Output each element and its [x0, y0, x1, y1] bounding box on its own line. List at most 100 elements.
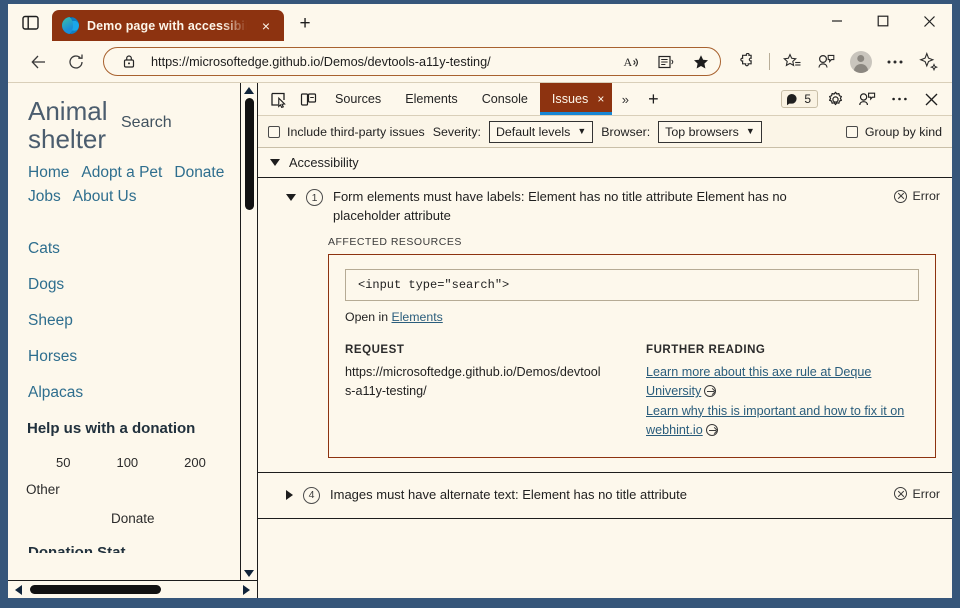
browser-essentials-icon[interactable] [811, 47, 842, 77]
page-vertical-scrollbar[interactable] [240, 83, 257, 580]
minimize-button[interactable] [814, 6, 860, 36]
settings-and-more-icon[interactable] [879, 47, 910, 77]
nav-link-donate[interactable]: Donate [174, 162, 224, 184]
issues-count-badge[interactable]: 5 [781, 90, 818, 108]
collections-icon[interactable] [777, 47, 808, 77]
favorite-star-icon[interactable] [688, 50, 714, 74]
nav-link-adopt-a-pet[interactable]: Adopt a Pet [81, 162, 162, 184]
status-label: Error [912, 189, 940, 203]
devtools-tab-bar-actions: 5 [781, 83, 952, 115]
close-window-button[interactable] [906, 6, 952, 36]
nav-link-about-us[interactable]: About Us [73, 186, 137, 208]
site-nav: Home Adopt a Pet Donate Jobs About Us [28, 161, 240, 208]
device-toolbar-icon[interactable] [293, 83, 323, 115]
affected-element-code[interactable]: <input type="search"> [345, 269, 919, 301]
horizontal-scrollbar-thumb[interactable] [30, 585, 161, 594]
devtools-feedback-icon[interactable] [852, 91, 882, 108]
settings-gear-icon[interactable] [820, 91, 850, 108]
nav-link-jobs[interactable]: Jobs [28, 186, 61, 208]
tab-strip: Demo page with accessibility iss × + [8, 4, 952, 41]
expand-triangle-icon [270, 159, 280, 166]
browser-select[interactable]: Top browsers ▼ [658, 121, 762, 143]
collapse-triangle-icon[interactable] [286, 194, 296, 201]
split-screen-icon [22, 14, 39, 31]
chevron-down-icon: ▼ [577, 127, 586, 136]
maximize-button[interactable] [860, 6, 906, 36]
open-in-elements-link[interactable]: Elements [392, 310, 443, 324]
copilot-icon[interactable] [913, 47, 944, 77]
further-reading-link-deque[interactable]: Learn more about this axe rule at Deque … [646, 363, 914, 402]
chevron-down-icon: ▼ [746, 127, 755, 136]
open-in-prefix: Open in [345, 310, 392, 324]
issue-header[interactable]: 1 Form elements must have labels: Elemen… [258, 178, 952, 236]
inspect-element-icon[interactable] [263, 83, 293, 115]
further-reading-link-deque-text: Learn more about this axe rule at Deque … [646, 365, 871, 399]
issue-detail-columns: REQUEST https://microsoftedge.github.io/… [345, 344, 919, 441]
svg-text:A: A [623, 55, 632, 69]
new-tab-button[interactable]: + [290, 9, 320, 39]
profile-avatar[interactable] [845, 47, 876, 77]
issues-filter-bar: Include third-party issues Severity: Def… [258, 116, 952, 148]
add-panel-button[interactable]: + [638, 83, 668, 115]
animal-category-list: Cats Dogs Sheep Horses Alpacas [28, 240, 257, 402]
devtools-tab-elements[interactable]: Elements [393, 83, 470, 115]
group-by-kind-checkbox[interactable]: Group by kind [846, 125, 942, 139]
read-aloud-icon[interactable]: A [618, 50, 644, 74]
issue-category-accessibility[interactable]: Accessibility [258, 148, 952, 178]
severity-select[interactable]: Default levels ▼ [489, 121, 593, 143]
address-bar[interactable]: https://microsoftedge.github.io/Demos/de… [103, 47, 721, 76]
status-badge: Error [894, 189, 940, 203]
extensions-icon[interactable] [731, 47, 762, 77]
tab-actions-icon[interactable] [8, 4, 52, 41]
close-issues-tab-icon[interactable]: × [597, 92, 604, 106]
animal-link-dogs[interactable]: Dogs [28, 276, 257, 294]
scroll-right-arrow-icon[interactable] [239, 585, 254, 595]
scroll-down-arrow-icon[interactable] [241, 566, 258, 580]
expand-triangle-icon[interactable] [286, 490, 293, 500]
issue-bubble-icon [786, 93, 799, 106]
donation-amount-options: 50 100 200 [28, 455, 257, 470]
animal-link-alpacas[interactable]: Alpacas [28, 384, 257, 402]
scroll-up-arrow-icon[interactable] [241, 83, 258, 97]
devtools-tab-issues[interactable]: Issues × [540, 83, 612, 115]
further-reading-link-webhint[interactable]: Learn why this is important and how to f… [646, 402, 914, 441]
page-horizontal-scrollbar[interactable] [8, 580, 257, 598]
group-by-kind-label: Group by kind [865, 125, 942, 139]
more-tabs-chevron-icon[interactable]: » [612, 83, 638, 115]
affected-resources-label: AFFECTED RESOURCES [258, 236, 952, 254]
donation-amount-50[interactable]: 50 [56, 455, 70, 470]
include-third-party-checkbox[interactable]: Include third-party issues [268, 125, 425, 139]
browser-tab-active[interactable]: Demo page with accessibility iss × [52, 10, 284, 41]
immersive-reader-icon[interactable] [653, 50, 679, 74]
animal-link-cats[interactable]: Cats [28, 240, 257, 258]
devtools-tab-issues-label: Issues [552, 92, 588, 106]
address-toolbar: https://microsoftedge.github.io/Demos/de… [8, 41, 952, 83]
donation-other-label[interactable]: Other [26, 482, 257, 497]
donation-amount-100[interactable]: 100 [116, 455, 138, 470]
address-bar-url: https://microsoftedge.github.io/Demos/de… [151, 55, 609, 69]
reload-button[interactable] [59, 47, 93, 77]
donation-amount-200[interactable]: 200 [184, 455, 206, 470]
browser-value: Top browsers [665, 125, 739, 139]
vertical-scrollbar-thumb[interactable] [245, 98, 254, 210]
close-devtools-icon[interactable] [916, 92, 946, 107]
animal-link-sheep[interactable]: Sheep [28, 312, 257, 330]
nav-link-home[interactable]: Home [28, 162, 69, 184]
issue-title: Images must have alternate text: Element… [330, 486, 850, 505]
scroll-left-arrow-icon[interactable] [11, 585, 26, 595]
back-button[interactable] [22, 47, 56, 77]
close-tab-icon[interactable]: × [255, 15, 277, 37]
checkbox-box [846, 126, 858, 138]
issue-title: Form elements must have labels: Element … [333, 188, 853, 226]
reload-icon [67, 53, 85, 71]
request-heading: REQUEST [345, 344, 618, 356]
devtools-tab-sources[interactable]: Sources [323, 83, 393, 115]
donate-button[interactable]: Donate [111, 511, 257, 526]
issue-item-image-alt: 4 Images must have alternate text: Eleme… [258, 473, 952, 519]
animal-link-horses[interactable]: Horses [28, 348, 257, 366]
content-split: Animal shelterSearch HomeAdopt a PetDona… [8, 83, 952, 598]
devtools-more-options-icon[interactable] [884, 96, 914, 102]
devtools-tab-console[interactable]: Console [470, 83, 540, 115]
issue-header[interactable]: 4 Images must have alternate text: Eleme… [258, 473, 952, 518]
status-label: Error [912, 487, 940, 501]
